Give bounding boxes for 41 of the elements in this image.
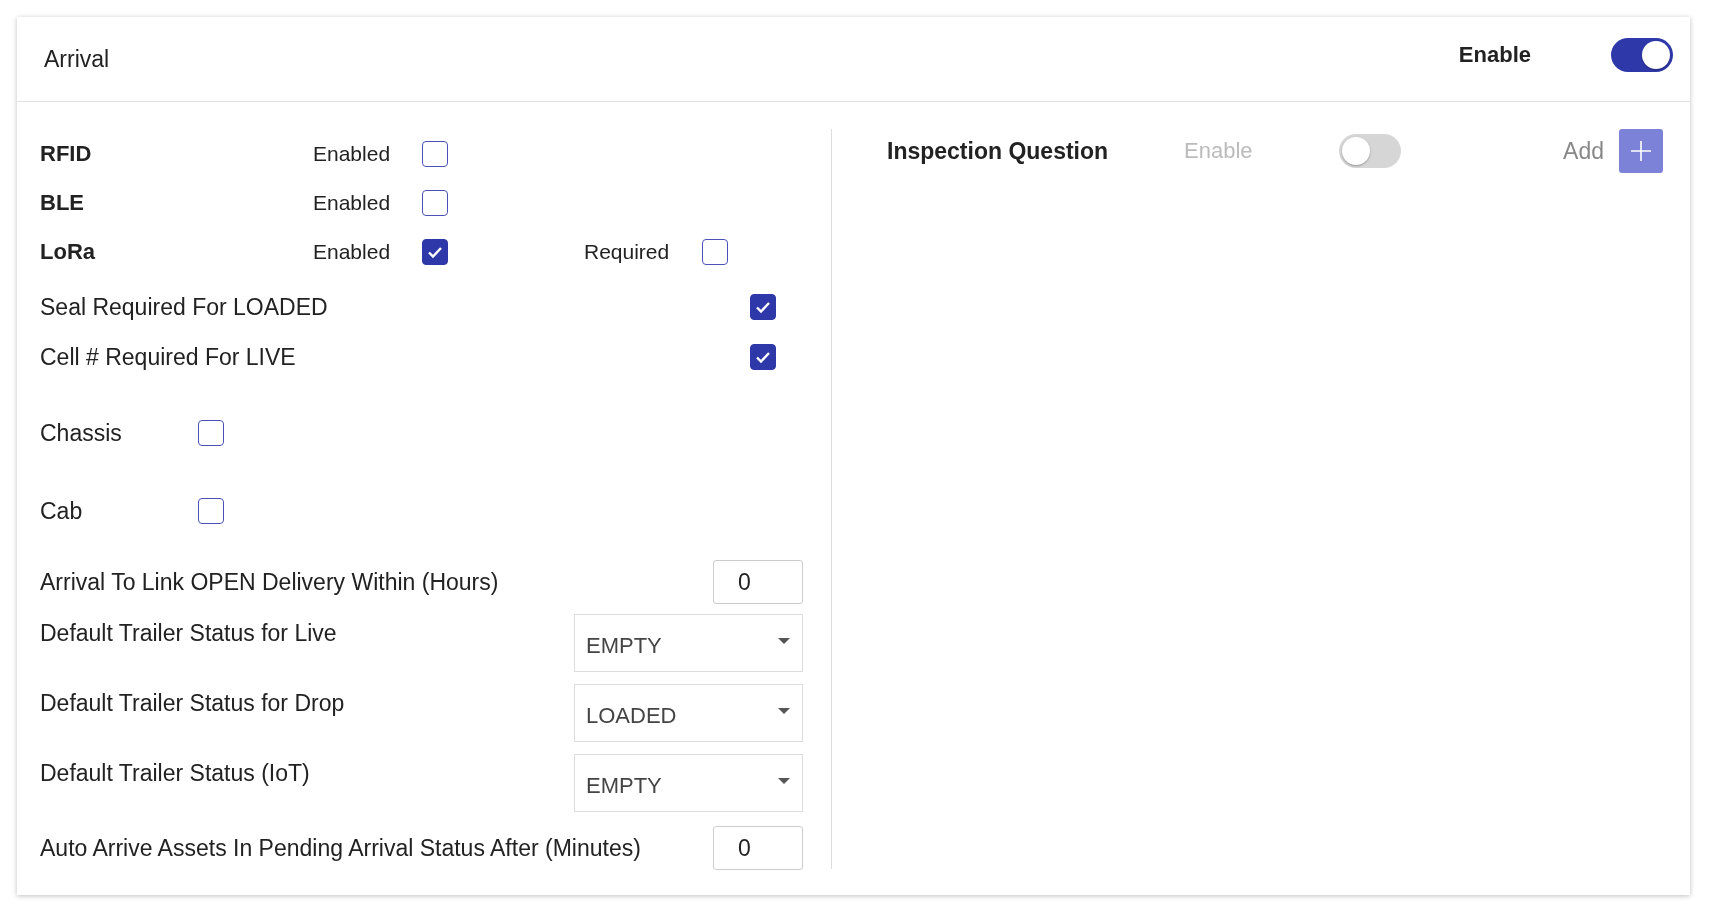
status-dropdown[interactable]: LOADED bbox=[574, 684, 803, 742]
enabled-label: Enabled bbox=[313, 190, 392, 215]
add-button[interactable] bbox=[1619, 129, 1663, 173]
enabled-checkbox[interactable] bbox=[422, 238, 448, 265]
inspection-toggle[interactable] bbox=[1339, 134, 1401, 168]
tracking-label: BLE bbox=[40, 189, 85, 216]
caret-icon bbox=[778, 638, 790, 644]
field-label: Default Trailer Status for Live bbox=[40, 620, 337, 647]
required-checkbox[interactable] bbox=[702, 238, 728, 265]
equipment-checkbox[interactable] bbox=[198, 498, 224, 524]
number-field[interactable]: 0 bbox=[713, 826, 803, 870]
field-label: Default Trailer Status for Drop bbox=[40, 690, 345, 717]
field-label: Default Trailer Status (IoT) bbox=[40, 760, 310, 787]
tracking-label: LoRa bbox=[40, 238, 96, 265]
number-field[interactable]: 0 bbox=[713, 560, 803, 604]
enable-toggle[interactable] bbox=[1611, 38, 1673, 72]
field-label: Auto Arrive Assets In Pending Arrival Status After (Minutes) bbox=[40, 834, 641, 862]
status-dropdown[interactable]: EMPTY bbox=[574, 614, 803, 672]
enable-label: Enable bbox=[1458, 42, 1531, 68]
field-label: Arrival To Link OPEN Delivery Within (Hours) bbox=[40, 568, 499, 596]
add-label: Add bbox=[1563, 137, 1604, 165]
equipment-checkbox[interactable] bbox=[198, 420, 224, 446]
enabled-checkbox[interactable] bbox=[422, 140, 448, 167]
enabled-label: Enabled bbox=[313, 239, 392, 264]
enabled-checkbox[interactable] bbox=[422, 189, 448, 216]
required-label: Required bbox=[584, 239, 671, 264]
requirement-label: Seal Required For LOADED bbox=[40, 293, 328, 321]
enable-label: Enable bbox=[1184, 138, 1254, 164]
equipment-label: Chassis bbox=[40, 419, 123, 447]
panel-title: Arrival bbox=[44, 45, 110, 73]
status-dropdown[interactable]: EMPTY bbox=[574, 754, 803, 812]
tracking-label: RFID bbox=[40, 140, 93, 167]
requirement-checkbox[interactable] bbox=[750, 294, 776, 320]
inspection-title: Inspection Question bbox=[887, 137, 1110, 165]
requirement-checkbox[interactable] bbox=[750, 344, 776, 370]
requirement-label: Cell # Required For LIVE bbox=[40, 343, 296, 371]
caret-icon bbox=[778, 708, 790, 714]
caret-icon bbox=[778, 778, 790, 784]
plus-icon bbox=[1629, 139, 1653, 163]
equipment-label: Cab bbox=[40, 497, 84, 525]
enabled-label: Enabled bbox=[313, 141, 392, 166]
